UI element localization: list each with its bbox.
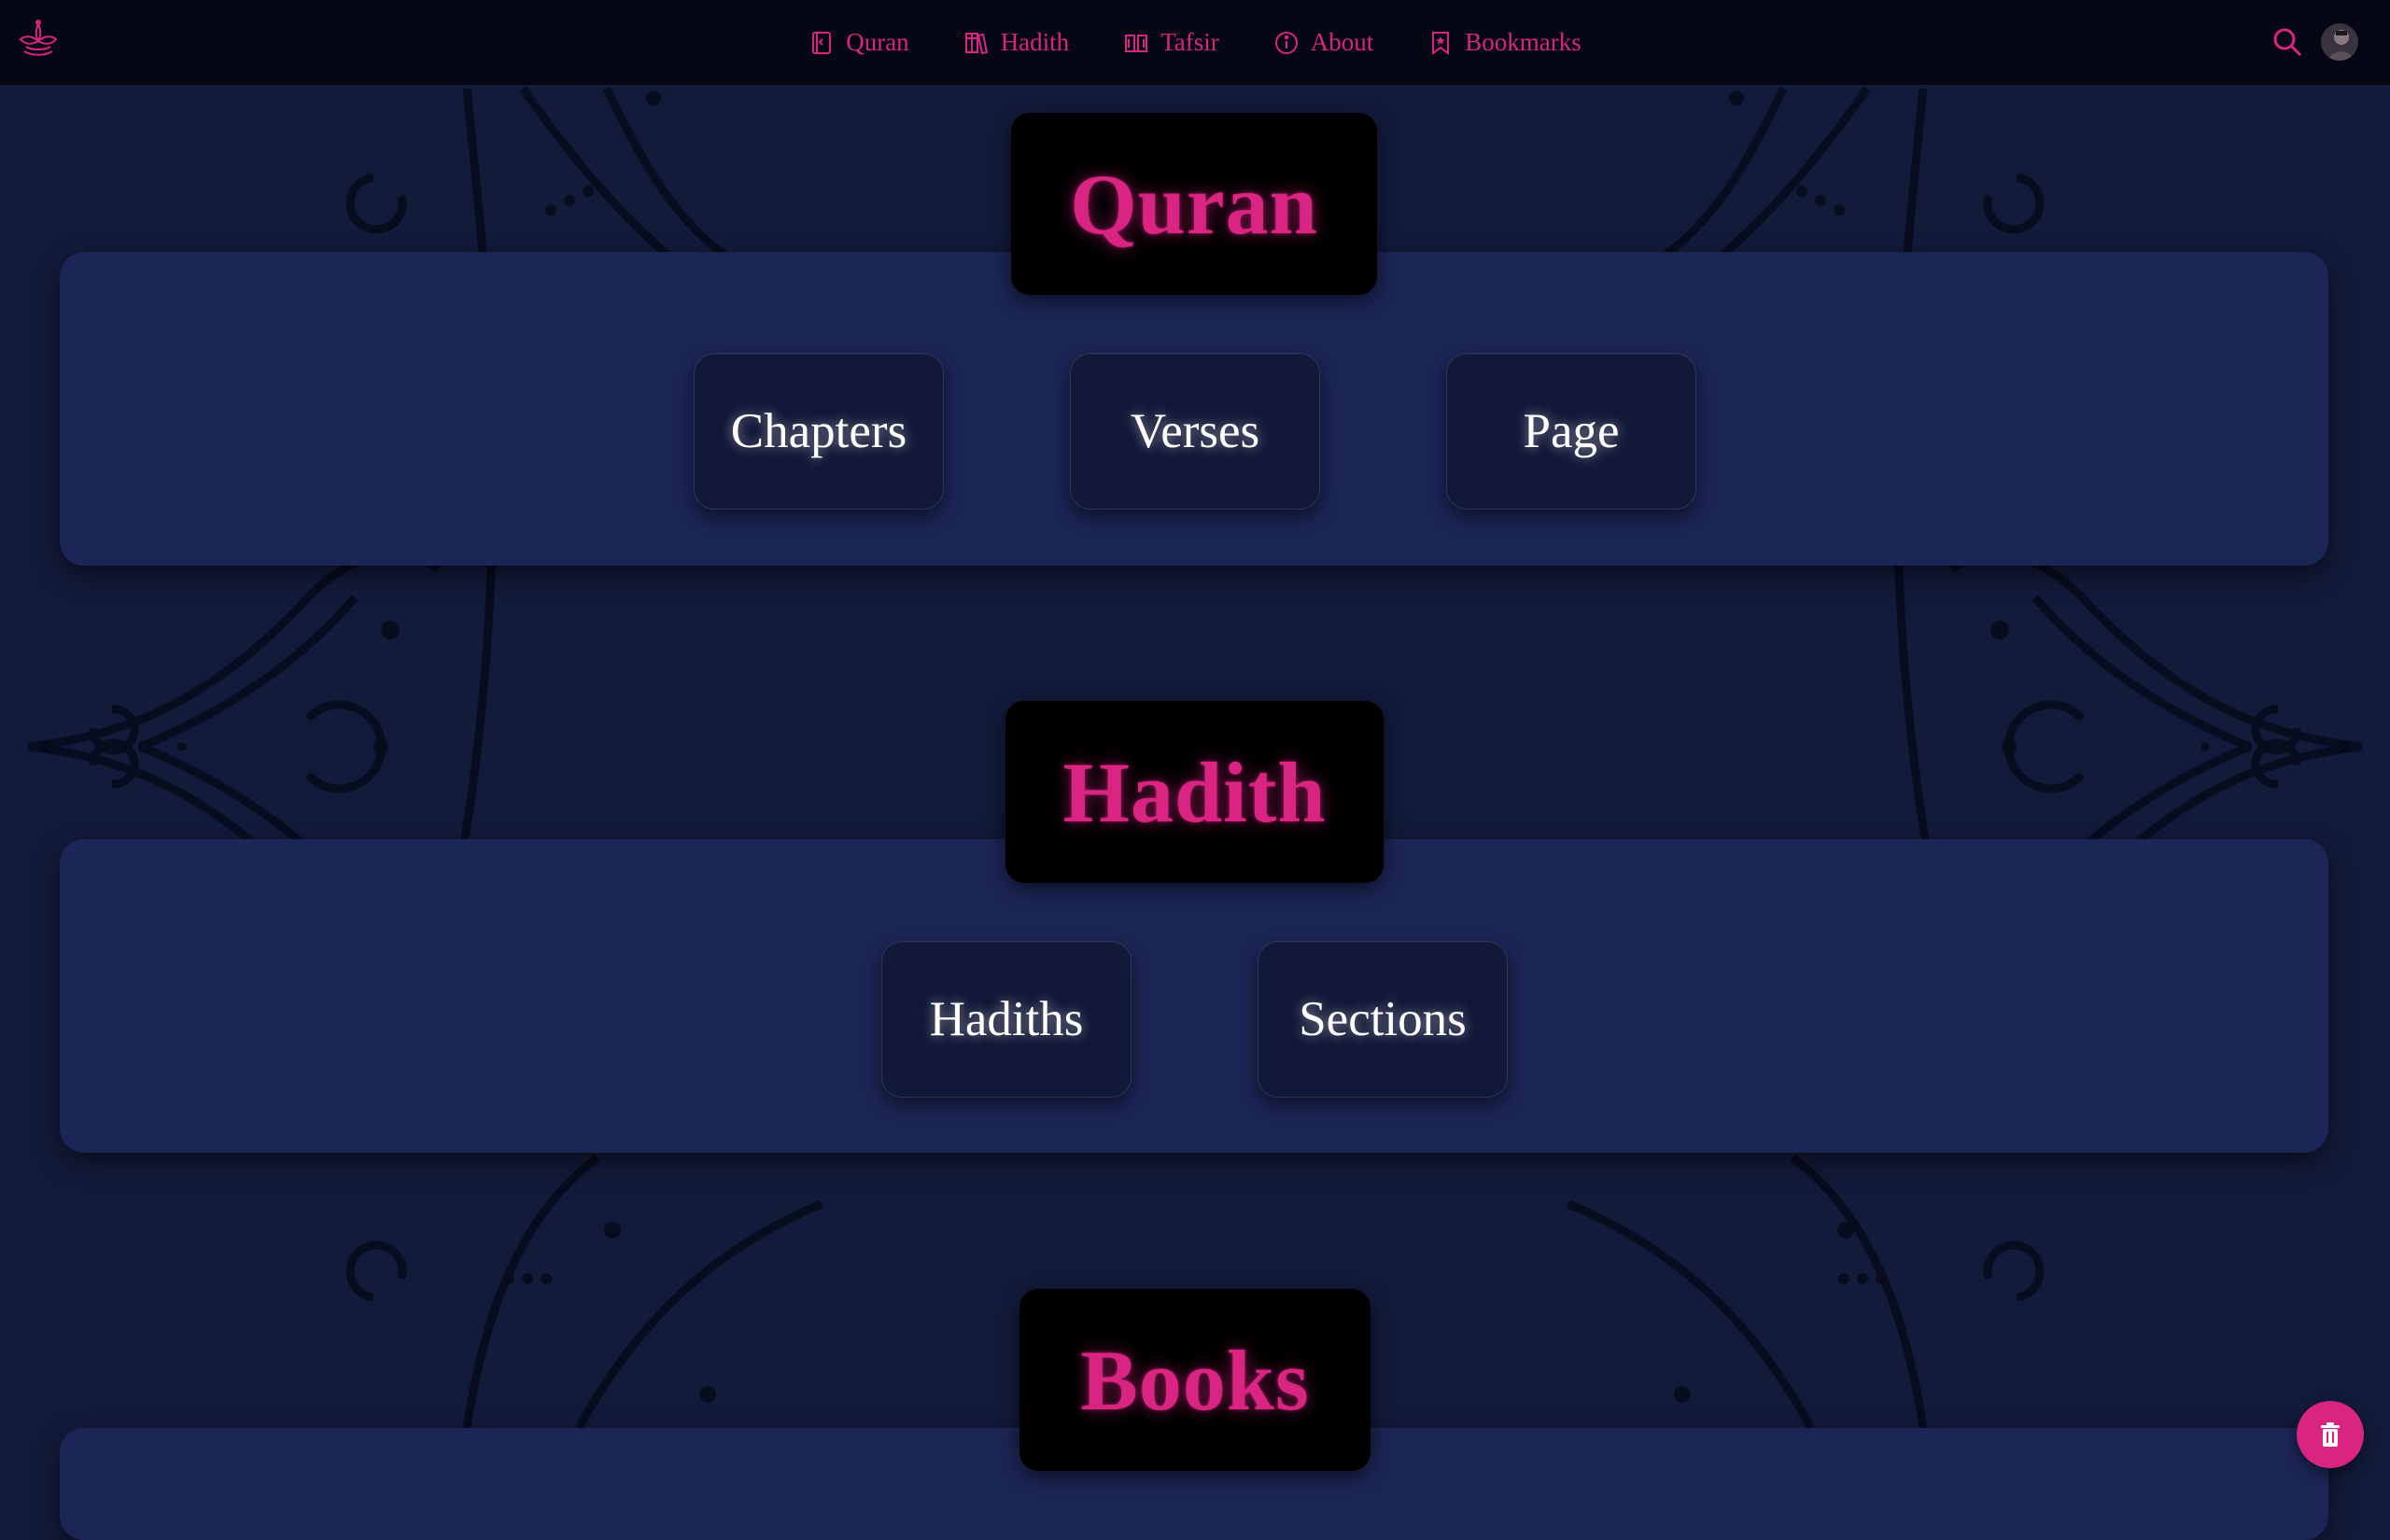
hadith-panel xyxy=(60,839,2328,1153)
nav-item-about[interactable]: About xyxy=(1273,28,1374,57)
trash-icon xyxy=(2321,1422,2340,1447)
books-icon xyxy=(964,32,988,54)
nav-item-bookmarks[interactable]: Bookmarks xyxy=(1427,28,1582,57)
nav-item-quran[interactable]: Quran xyxy=(808,28,909,57)
hadith-title-badge: Hadith xyxy=(1005,701,1384,883)
hadiths-button[interactable]: Hadiths xyxy=(881,941,1132,1098)
section-title: Hadith xyxy=(1062,744,1327,840)
open-book-icon xyxy=(1125,34,1148,52)
info-icon xyxy=(1274,31,1298,54)
nav-item-label: Tafsir xyxy=(1160,28,1219,56)
nav-item-label: Quran xyxy=(846,28,909,56)
page-button[interactable]: Page xyxy=(1446,353,1696,510)
verses-button[interactable]: Verses xyxy=(1070,353,1320,510)
avatar-image xyxy=(2321,23,2358,61)
nav-item-label: Bookmarks xyxy=(1465,28,1582,56)
nav-links: Quran Hadith Tafsir About Bookmarks xyxy=(0,0,2390,85)
bookmark-icon xyxy=(1432,31,1450,55)
search-icon[interactable] xyxy=(2270,25,2304,59)
user-avatar[interactable] xyxy=(2321,23,2358,61)
nav-item-label: Hadith xyxy=(1000,28,1070,56)
section-title: Books xyxy=(1080,1332,1310,1428)
chapters-button[interactable]: Chapters xyxy=(694,353,944,510)
top-navbar: Quran Hadith Tafsir About Bookmarks xyxy=(0,0,2390,85)
nav-item-label: About xyxy=(1310,28,1374,56)
books-title-badge: Books xyxy=(1019,1289,1371,1471)
quran-title-badge: Quran xyxy=(1011,113,1377,295)
nav-item-tafsir[interactable]: Tafsir xyxy=(1123,28,1219,57)
section-title: Quran xyxy=(1070,156,1318,252)
delete-fab-button[interactable] xyxy=(2297,1401,2364,1468)
book-icon xyxy=(812,31,832,54)
nav-item-hadith[interactable]: Hadith xyxy=(963,28,1070,57)
sections-button[interactable]: Sections xyxy=(1258,941,1508,1098)
